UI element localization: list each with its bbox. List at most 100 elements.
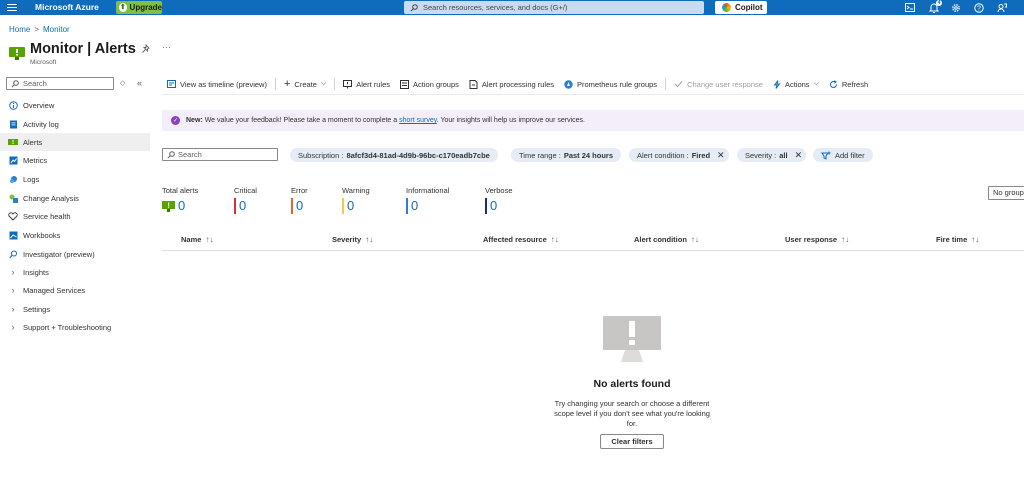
column-header-user-response[interactable]: User response ↑↓ <box>785 235 849 244</box>
clear-filters-button[interactable]: Clear filters <box>600 434 664 449</box>
severity-filter-pill[interactable]: Severity : all ✕ <box>737 148 807 162</box>
copilot-button[interactable]: Copilot <box>715 1 767 14</box>
informational-count[interactable]: Informational 0 <box>406 186 449 214</box>
heart-icon <box>8 211 18 221</box>
feedback-icon[interactable] <box>995 1 1008 14</box>
change-user-response-label: Change user response <box>687 79 763 89</box>
metrics-icon <box>8 155 18 165</box>
add-filter-button[interactable]: Add filter <box>813 148 873 162</box>
toolbar-divider <box>665 78 667 90</box>
action-groups-label: Action groups <box>413 79 459 89</box>
breadcrumb-monitor[interactable]: Monitor <box>43 25 70 34</box>
sidebar-item-activity-log[interactable]: Activity log <box>0 115 150 133</box>
column-header-severity[interactable]: Severity ↑↓ <box>332 235 373 244</box>
alert-condition-filter-value: Fired <box>691 150 711 160</box>
portal-brand[interactable]: Microsoft Azure <box>35 2 99 12</box>
sort-icon: ↑↓ <box>841 235 850 244</box>
sidebar-item-label: Logs <box>23 174 40 184</box>
search-icon <box>167 150 175 159</box>
sort-icon: ↑↓ <box>550 235 559 244</box>
remove-filter-close-icon[interactable]: ✕ <box>795 150 803 161</box>
short-survey-link[interactable]: short survey <box>399 117 437 124</box>
warning-count[interactable]: Warning 0 <box>342 186 370 214</box>
more-options-icon[interactable]: ··· <box>162 42 171 52</box>
alert-condition-filter-pill[interactable]: Alert condition : Fired ✕ <box>629 148 729 162</box>
banner-text-end: . Your insights will help us improve our… <box>436 117 585 124</box>
remove-filter-close-icon[interactable]: ✕ <box>717 150 725 161</box>
subscription-filter-pill[interactable]: Subscription : 8afcf3d4-81ad-4d9b-96bc-c… <box>290 148 498 162</box>
pin-icon[interactable] <box>141 44 151 54</box>
prometheus-rule-groups-button[interactable]: Prometheus rule groups <box>559 80 662 89</box>
column-header-alert-condition[interactable]: Alert condition ↑↓ <box>634 235 699 244</box>
sidebar-item-logs[interactable]: Logs <box>0 170 150 188</box>
table-header-divider <box>162 250 1024 251</box>
alert-processing-rules-button[interactable]: Alert processing rules <box>464 79 559 89</box>
sidebar-item-label: Settings <box>23 304 51 314</box>
change-user-response-button[interactable]: Change user response <box>669 80 768 89</box>
breadcrumb-separator: > <box>34 25 40 34</box>
settings-gear-icon[interactable] <box>949 1 962 14</box>
toolbar-divider-line <box>162 94 1024 95</box>
sidebar-sort-icon[interactable]: ◇ <box>120 79 125 87</box>
breadcrumb-home[interactable]: Home <box>9 25 30 34</box>
menu-icon[interactable] <box>5 2 19 13</box>
grouping-dropdown[interactable]: No grouping <box>988 186 1024 200</box>
upgrade-label: Upgrade <box>129 3 162 12</box>
sidebar-item-support[interactable]: › Support + Troubleshooting <box>0 318 150 336</box>
critical-severity-bar <box>234 198 236 214</box>
time-range-filter-label: Time range : <box>519 150 561 160</box>
search-icon <box>11 79 19 88</box>
global-search-input[interactable]: Search resources, services, and docs (G+… <box>404 1 704 14</box>
sidebar-item-workbooks[interactable]: Workbooks <box>0 226 150 244</box>
sidebar-search-input[interactable]: Search <box>6 77 114 90</box>
create-button[interactable]: + Create ⌵ <box>279 79 331 90</box>
sidebar-item-managed-services[interactable]: › Managed Services <box>0 281 150 299</box>
sidebar-item-insights[interactable]: › Insights <box>0 263 150 281</box>
alerts-search-input[interactable]: Search <box>162 148 278 161</box>
column-label: Fire time <box>936 235 968 244</box>
action-groups-button[interactable]: Action groups <box>395 79 464 89</box>
command-bar: View as timeline (preview) + Create ⌵ Al… <box>162 76 1024 92</box>
column-header-name[interactable]: Name ↑↓ <box>181 235 213 244</box>
upgrade-icon: ⬆ <box>119 3 127 12</box>
search-icon <box>410 3 418 12</box>
sidebar-item-alerts[interactable]: Alerts <box>0 133 150 151</box>
collapse-sidebar-icon[interactable]: « <box>137 78 142 88</box>
alert-rules-button[interactable]: Alert rules <box>338 79 395 89</box>
actions-button[interactable]: Actions ⌵ <box>768 80 824 89</box>
cloud-shell-icon[interactable] <box>903 1 916 14</box>
timeline-label: View as timeline (preview) <box>180 79 267 89</box>
total-alerts-count[interactable]: Total alerts 0 <box>162 186 198 214</box>
error-value: 0 <box>296 198 304 213</box>
informational-label: Informational <box>406 186 450 195</box>
chevron-right-icon: › <box>11 285 15 295</box>
alerts-search-placeholder: Search <box>178 150 202 159</box>
refresh-icon <box>829 79 837 88</box>
sidebar-item-change-analysis[interactable]: Change Analysis <box>0 189 150 207</box>
critical-count[interactable]: Critical 0 <box>234 186 257 214</box>
time-range-filter-pill[interactable]: Time range : Past 24 hours <box>511 148 622 162</box>
refresh-button[interactable]: Refresh <box>824 80 873 89</box>
chevron-down-icon: ⌵ <box>320 80 327 87</box>
sidebar-item-overview[interactable]: Overview <box>0 96 150 114</box>
error-count[interactable]: Error 0 <box>291 186 308 214</box>
severity-filter-label: Severity : <box>745 150 777 160</box>
feedback-check-icon: ✓ <box>171 116 180 125</box>
warning-severity-bar <box>342 198 344 214</box>
sidebar-item-label: Change Analysis <box>23 193 79 203</box>
sidebar-item-service-health[interactable]: Service health <box>0 207 150 225</box>
verbose-count[interactable]: Verbose 0 <box>485 186 513 214</box>
column-header-fire-time[interactable]: Fire time ↑↓ <box>936 235 979 244</box>
timeline-icon <box>167 80 176 88</box>
column-header-affected-resource[interactable]: Affected resource ↑↓ <box>483 235 559 244</box>
sidebar-item-metrics[interactable]: Metrics <box>0 151 150 169</box>
breadcrumb: Home > Monitor <box>9 25 70 34</box>
view-as-timeline-button[interactable]: View as timeline (preview) <box>162 80 272 89</box>
alerts-icon <box>162 201 175 212</box>
sidebar-item-investigator[interactable]: Investigator (preview) <box>0 245 150 263</box>
sidebar-item-settings[interactable]: › Settings <box>0 300 150 318</box>
alert-condition-filter-label: Alert condition : <box>637 150 689 160</box>
help-icon[interactable]: ? <box>972 1 985 14</box>
upgrade-button[interactable]: ⬆ Upgrade <box>116 1 162 14</box>
error-label: Error <box>291 186 308 195</box>
